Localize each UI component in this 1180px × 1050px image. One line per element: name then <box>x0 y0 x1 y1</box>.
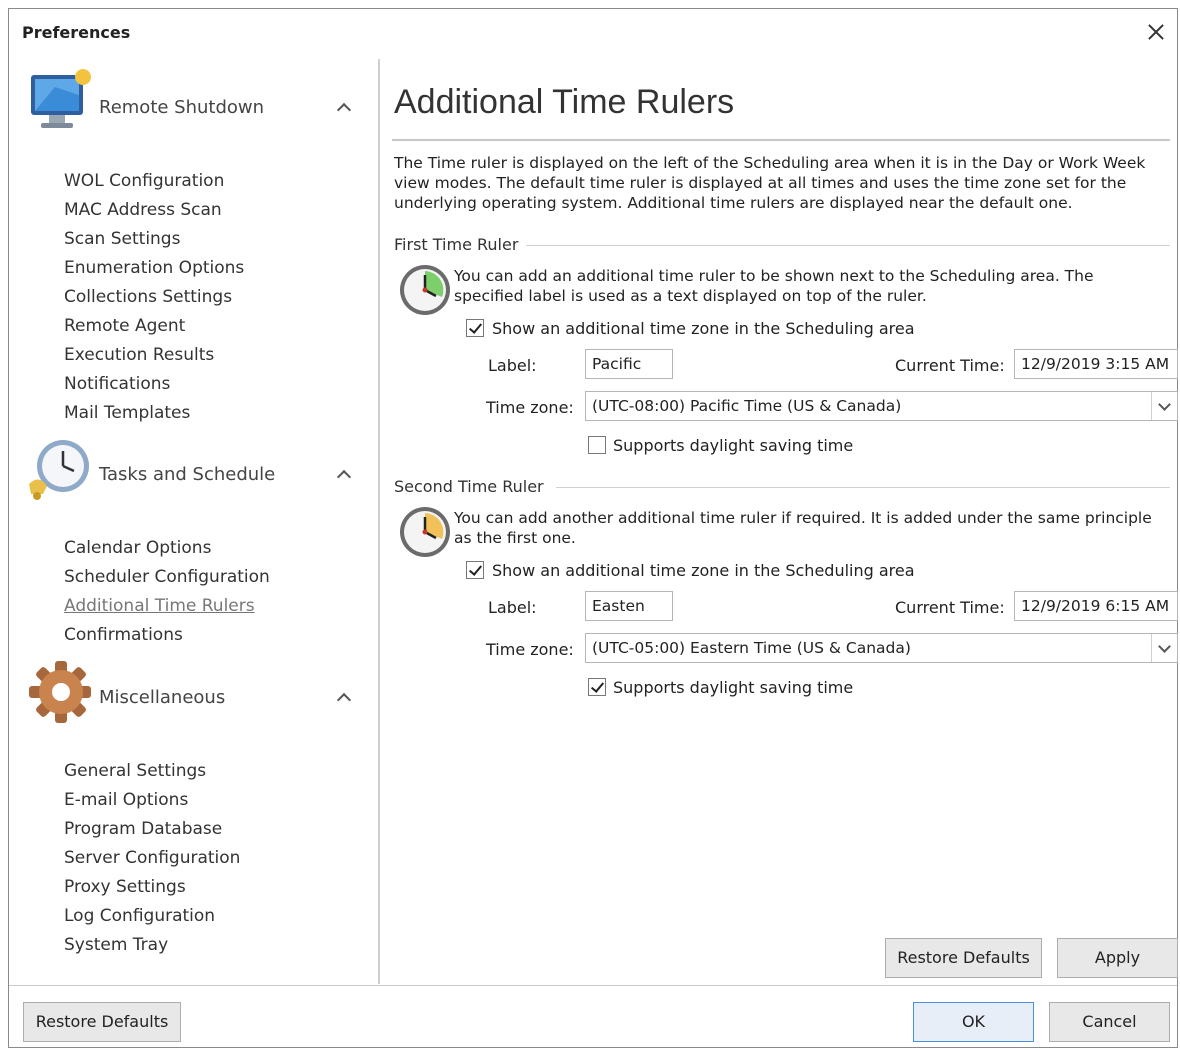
sidebar-item-program-database[interactable]: Program Database <box>64 819 240 848</box>
sidebar-item-log-configuration[interactable]: Log Configuration <box>64 906 240 935</box>
nav-list: WOL Configuration MAC Address Scan Scan … <box>64 171 244 432</box>
first-label-input[interactable]: Pacific <box>585 349 673 379</box>
second-show-timezone-checkbox[interactable] <box>466 561 484 579</box>
sidebar-item-scheduler-configuration[interactable]: Scheduler Configuration <box>64 567 270 596</box>
sidebar-item-enumeration-options[interactable]: Enumeration Options <box>64 258 244 287</box>
ok-button[interactable]: OK <box>913 1002 1034 1042</box>
sidebar-item-confirmations[interactable]: Confirmations <box>64 625 270 654</box>
chevron-up-icon[interactable] <box>333 97 355 119</box>
second-dst-label[interactable]: Supports daylight saving time <box>613 678 853 697</box>
second-current-time-caption: Current Time: <box>895 598 1005 617</box>
clock-icon <box>400 507 450 557</box>
footer-divider <box>9 985 1177 986</box>
sidebar-item-notifications[interactable]: Notifications <box>64 374 244 403</box>
sidebar-item-server-configuration[interactable]: Server Configuration <box>64 848 240 877</box>
sidebar-item-additional-time-rulers[interactable]: Additional Time Rulers <box>64 596 270 625</box>
gear-icon <box>29 661 91 723</box>
first-timezone-value: (UTC-08:00) Pacific Time (US & Canada) <box>592 397 902 415</box>
sidebar-item-collections-settings[interactable]: Collections Settings <box>64 287 244 316</box>
sidebar: Remote Shutdown WOL Configuration MAC Ad… <box>9 53 379 985</box>
sidebar-item-email-options[interactable]: E-mail Options <box>64 790 240 819</box>
apply-button[interactable]: Apply <box>1057 938 1178 978</box>
second-label-caption: Label: <box>488 598 537 617</box>
sidebar-item-execution-results[interactable]: Execution Results <box>64 345 244 374</box>
alarm-clock-icon <box>29 440 89 500</box>
second-ruler-heading: Second Time Ruler <box>394 477 544 496</box>
first-dst-checkbox[interactable] <box>588 436 606 454</box>
close-icon[interactable] <box>1143 19 1169 45</box>
first-current-time-caption: Current Time: <box>895 356 1005 375</box>
second-current-time-field[interactable]: 12/9/2019 6:15 AM <box>1014 591 1178 621</box>
preferences-window: Preferences Remote Shutdown WOL Configur… <box>8 8 1178 1048</box>
second-ruler-text: You can add another additional time rule… <box>454 509 1152 547</box>
page-title: Additional Time Rulers <box>394 83 735 121</box>
section-divider <box>556 487 1170 488</box>
clock-icon <box>400 265 450 315</box>
chevron-up-icon[interactable] <box>333 687 355 709</box>
footer-restore-defaults-button[interactable]: Restore Defaults <box>23 1002 181 1042</box>
sidebar-item-wol-configuration[interactable]: WOL Configuration <box>64 171 244 200</box>
title-divider <box>392 139 1170 141</box>
title-bar: Preferences <box>9 9 1177 53</box>
group-header[interactable]: Tasks and Schedule <box>25 434 365 508</box>
first-ruler-text: You can add an additional time ruler to … <box>454 267 1094 305</box>
first-dst-label[interactable]: Supports daylight saving time <box>613 436 853 455</box>
first-timezone-caption: Time zone: <box>486 398 574 417</box>
chevron-up-icon[interactable] <box>333 464 355 486</box>
first-current-time-field[interactable]: 12/9/2019 3:15 AM <box>1014 349 1178 379</box>
second-label-input[interactable]: Easten <box>585 591 673 621</box>
sidebar-item-scan-settings[interactable]: Scan Settings <box>64 229 244 258</box>
nav-list: General Settings E-mail Options Program … <box>64 761 240 964</box>
sidebar-item-general-settings[interactable]: General Settings <box>64 761 240 790</box>
nav-list: Calendar Options Scheduler Configuration… <box>64 538 270 654</box>
second-timezone-caption: Time zone: <box>486 640 574 659</box>
cancel-button[interactable]: Cancel <box>1049 1002 1170 1042</box>
sidebar-item-remote-agent[interactable]: Remote Agent <box>64 316 244 345</box>
sidebar-item-mail-templates[interactable]: Mail Templates <box>64 403 244 432</box>
second-dst-checkbox[interactable] <box>588 678 606 696</box>
window-title: Preferences <box>22 23 131 42</box>
group-label: Miscellaneous <box>99 687 226 708</box>
first-timezone-select[interactable]: (UTC-08:00) Pacific Time (US & Canada) <box>585 391 1178 421</box>
second-timezone-value: (UTC-05:00) Eastern Time (US & Canada) <box>592 639 911 657</box>
group-header[interactable]: Remote Shutdown <box>25 67 365 141</box>
first-show-timezone-label[interactable]: Show an additional time zone in the Sche… <box>492 319 915 338</box>
group-label: Tasks and Schedule <box>99 464 276 485</box>
first-ruler-heading: First Time Ruler <box>394 235 519 254</box>
group-label: Remote Shutdown <box>99 97 265 118</box>
content-restore-defaults-button[interactable]: Restore Defaults <box>885 938 1042 978</box>
sidebar-divider <box>378 59 380 984</box>
second-timezone-select[interactable]: (UTC-05:00) Eastern Time (US & Canada) <box>585 633 1178 663</box>
chevron-down-icon[interactable] <box>1151 634 1177 662</box>
chevron-down-icon[interactable] <box>1151 392 1177 420</box>
second-show-timezone-label[interactable]: Show an additional time zone in the Sche… <box>492 561 915 580</box>
sidebar-item-calendar-options[interactable]: Calendar Options <box>64 538 270 567</box>
monitor-icon <box>31 69 91 128</box>
main-content: Additional Time Rulers The Time ruler is… <box>392 53 1178 985</box>
sidebar-item-proxy-settings[interactable]: Proxy Settings <box>64 877 240 906</box>
section-divider <box>526 245 1170 246</box>
page-description: The Time ruler is displayed on the left … <box>394 154 1146 212</box>
first-show-timezone-checkbox[interactable] <box>466 319 484 337</box>
sidebar-item-system-tray[interactable]: System Tray <box>64 935 240 964</box>
group-header[interactable]: Miscellaneous <box>25 657 365 731</box>
sidebar-item-mac-address-scan[interactable]: MAC Address Scan <box>64 200 244 229</box>
first-label-caption: Label: <box>488 356 537 375</box>
